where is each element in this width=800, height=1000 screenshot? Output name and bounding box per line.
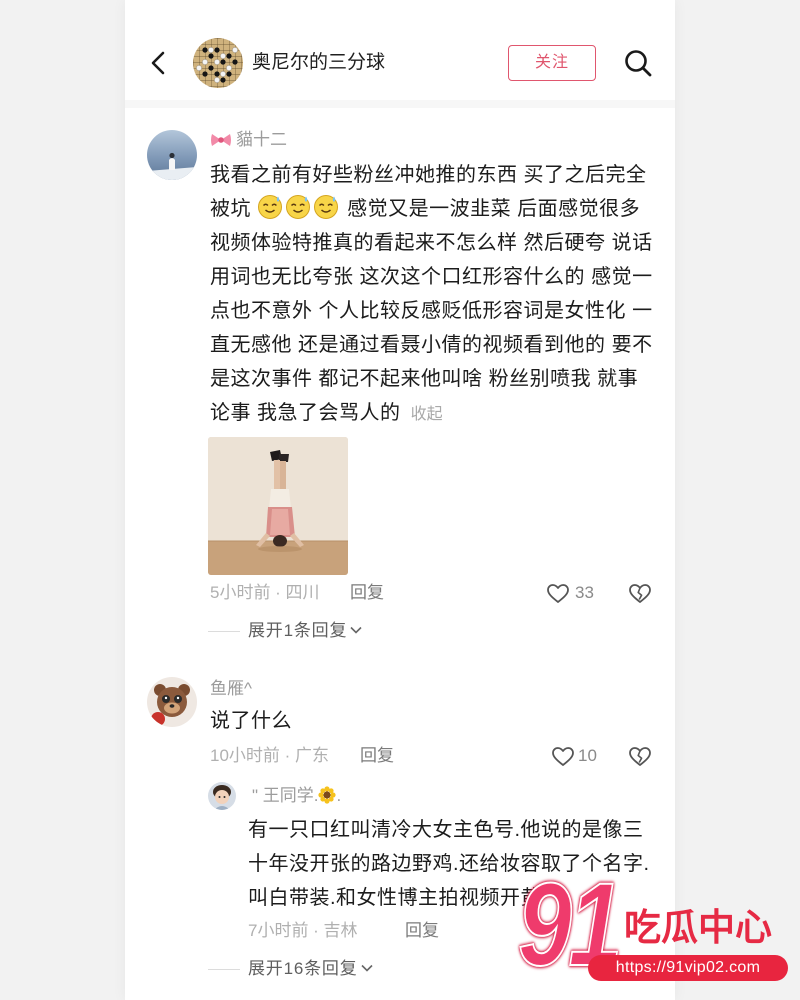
expand-replies-label: 展开1条回复 [248, 621, 348, 640]
watermark-url-badge: https://91vip02.com [588, 955, 788, 981]
comment-text-line: 论事 我急了会骂人的 收起 [210, 396, 653, 430]
comment-username[interactable]: 貓十二 [236, 130, 287, 150]
follow-button[interactable]: 关注 [508, 45, 596, 81]
reply-button[interactable]: 回复 [360, 746, 394, 766]
back-button[interactable] [147, 51, 171, 75]
reply-button[interactable]: 回复 [405, 921, 439, 941]
comment-text-line: 说了什么 [210, 710, 292, 732]
reply-avatar[interactable] [208, 782, 236, 810]
heart-outline-icon [552, 747, 574, 766]
comment-text-line: 用词也无比夸张 这次这个口红形容什么的 感觉一 [210, 266, 653, 288]
search-button[interactable] [623, 48, 653, 78]
sweat-smile-emoji [286, 195, 311, 219]
dislike-button[interactable] [628, 745, 652, 767]
like-button[interactable]: 10 [551, 745, 599, 767]
broken-heart-icon [629, 584, 651, 603]
header-divider [125, 100, 675, 108]
expand-replies-button[interactable]: 展开1条回复 [248, 621, 362, 641]
sweat-smile-emoji [258, 195, 283, 219]
comment-avatar[interactable] [147, 130, 197, 180]
watermark-logo-text: 吃瓜中心 [624, 907, 772, 948]
bow-emoji [210, 131, 232, 149]
comment-text-segment: 被坑 [210, 198, 251, 220]
sweat-smile-emoji [314, 195, 339, 219]
reply-username[interactable]: " 王同学.. [252, 786, 341, 806]
comment-text: 说了什么 [210, 704, 292, 738]
search-icon [625, 50, 652, 77]
comment-text-line: 直无感他 还是通过看聂小倩的视频看到他的 要不 [210, 334, 653, 356]
like-count: 10 [578, 746, 597, 765]
reply-text-line: 有一只口红叫清冷大女主色号.他说的是像三 [248, 819, 644, 841]
comment-text-line: 点也不意外 个人比较反感贬低形容词是女性化 一 [210, 300, 653, 322]
account-name[interactable]: 奥尼尔的三分球 [252, 50, 385, 76]
account-avatar[interactable] [193, 38, 243, 88]
dislike-button[interactable] [628, 582, 652, 604]
comment-text-line: 视频体验特推真的看起来不怎么样 然后硬夸 说话 [210, 232, 653, 254]
comment-text-line: 我看之前有好些粉丝冲她推的东西 买了之后完全 [210, 164, 647, 186]
expand-divider [208, 969, 240, 970]
reply-username-text: " 王同学. [252, 786, 319, 805]
comment-time-location: 5小时前 · 四川 [210, 583, 320, 602]
chevron-down-icon [360, 964, 373, 972]
comment-username[interactable]: 鱼雁^ [210, 679, 252, 699]
comment-avatar[interactable] [147, 677, 197, 727]
chevron-down-icon [350, 626, 362, 634]
broken-heart-icon [629, 747, 651, 766]
collapse-button[interactable]: 收起 [411, 406, 443, 423]
comment-text-segment: 论事 我急了会骂人的 [210, 402, 401, 424]
comment-text-segment: 感觉又是一波韭菜 后面感觉很多 [347, 198, 641, 220]
like-count: 33 [575, 583, 594, 602]
heart-outline-icon [547, 584, 569, 603]
like-button[interactable]: 33 [546, 582, 598, 604]
comment-time-location: 10小时前 · 广东 [210, 746, 330, 765]
expand-divider [208, 631, 240, 632]
sunflower-emoji [318, 786, 337, 804]
comment-text-line: 被坑 感觉又是一波韭菜 后面感觉很多 [210, 192, 653, 226]
comment-text-line: 是这次事件 都记不起来他叫啥 粉丝别喷我 就事 [210, 368, 639, 390]
expand-replies-button[interactable]: 展开16条回复 [248, 959, 373, 979]
chevron-left-icon [151, 51, 165, 75]
expand-replies-label: 展开16条回复 [248, 959, 358, 978]
reply-username-suffix: . [336, 786, 342, 805]
comment-panel: 奥尼尔的三分球 关注 貓十二 我看之前有好些粉丝冲她推的东西 买了之后完全 被坑… [125, 0, 675, 1000]
reply-button[interactable]: 回复 [350, 583, 384, 603]
comment-image-attachment[interactable] [208, 437, 348, 575]
reply-time-location: 7小时前 · 吉林 [248, 921, 358, 940]
comment-text: 我看之前有好些粉丝冲她推的东西 买了之后完全 被坑 感觉又是一波韭菜 后面感觉很… [210, 158, 653, 430]
